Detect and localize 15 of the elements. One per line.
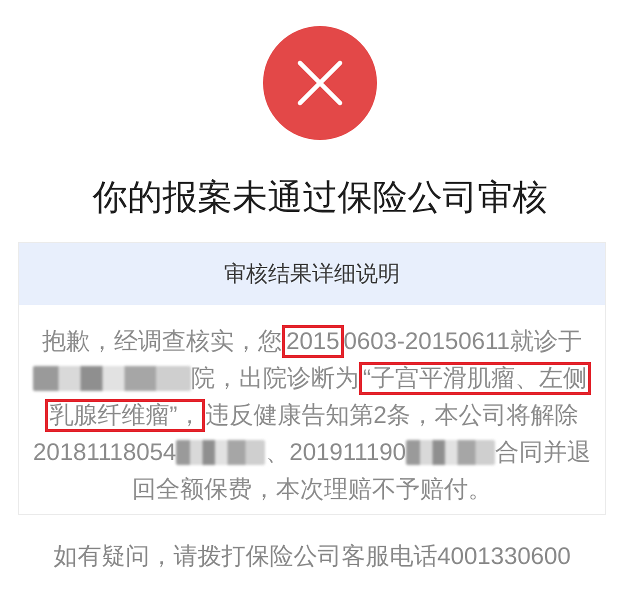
detail-text: 0603-20150611就诊于 <box>344 326 582 356</box>
section-heading: 审核结果详细说明 <box>19 243 605 305</box>
detail-text: 违反健康告知第2条，本公司将解除 <box>205 400 579 430</box>
annotated-text: 乳腺纤维瘤”， <box>45 399 206 432</box>
detail-text: 回全额保费，本次理赔不予赔付。 <box>132 474 492 504</box>
annotated-text: 2015 <box>282 325 344 358</box>
page-title: 你的报案未通过保险公司审核 <box>92 177 548 219</box>
detail-text: 20181118054 <box>33 438 176 468</box>
contact-note: 如有疑问，请拨打保险公司客服电话4001330600 <box>53 542 571 572</box>
detail-text: 、201911190 <box>265 438 406 468</box>
detail-text: 院，出院诊断为 <box>191 364 359 394</box>
detail-text: 合同并退 <box>495 438 591 468</box>
error-icon <box>263 26 377 140</box>
annotated-text: “子宫平滑肌瘤、左侧 <box>359 362 591 395</box>
detail-text: 抱歉，经调查核实，您 <box>42 326 282 356</box>
